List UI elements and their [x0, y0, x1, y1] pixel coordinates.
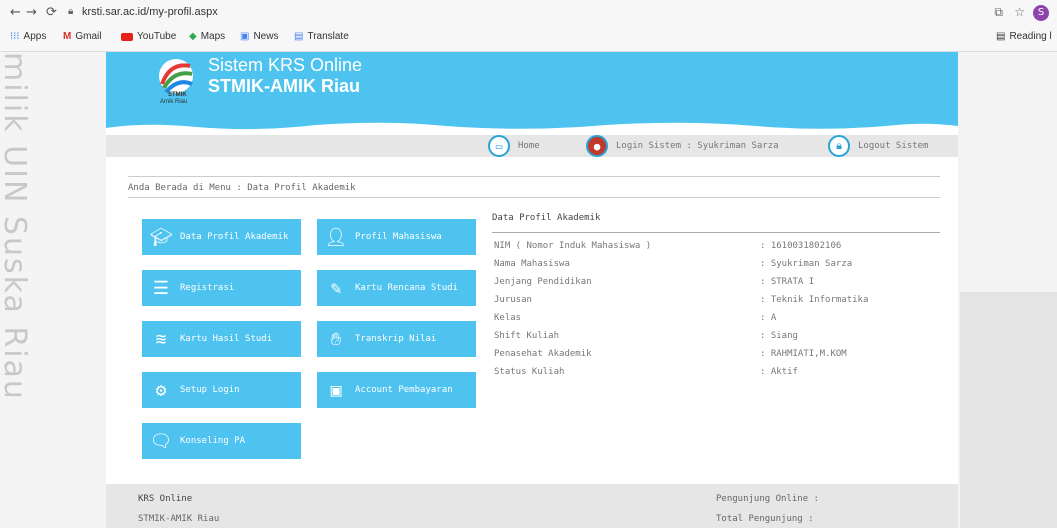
lock-icon: 🔒︎	[828, 135, 850, 157]
books-stack-icon: ≋	[155, 328, 167, 350]
lock-icon: 🔒︎	[68, 6, 74, 17]
divider	[128, 197, 940, 198]
menu-data-profil-akademik[interactable]: 🎓︎ Data Profil Akademik	[142, 219, 301, 255]
bookmark-translate[interactable]: ▤ Translate	[294, 31, 349, 42]
banner-wave	[106, 122, 958, 134]
user-edit-icon: 👤︎	[324, 226, 348, 248]
menu-setup-login[interactable]: ⚙ Setup Login	[142, 372, 301, 408]
news-icon: ▣	[240, 31, 250, 42]
logo-text-stmik: STMIK	[168, 92, 187, 98]
gmail-icon: M	[63, 31, 72, 42]
page-area: milik UIN Suska Riau STMIK Amik Riau Sis…	[0, 52, 1057, 528]
briefcase-icon: ▣	[330, 379, 342, 401]
header-banner: STMIK Amik Riau Sistem KRS Online STMIK-…	[106, 52, 958, 134]
logo-text-amik: Amik Riau	[160, 99, 188, 105]
breadcrumb: Anda Berada di Menu : Data Profil Akadem…	[128, 183, 356, 193]
translate-ext-icon[interactable]: ⧉	[994, 5, 1003, 20]
bookmark-gmail[interactable]: M Gmail	[63, 31, 101, 42]
bookmark-maps[interactable]: ◆ Maps	[189, 31, 225, 42]
youtube-icon	[121, 32, 133, 41]
apps-grid-icon: ⁝⁝⁝	[10, 31, 20, 42]
registration-form-icon: ☰	[152, 277, 170, 299]
user-photo-avatar: ●	[586, 135, 608, 157]
monitor-icon: ▭	[488, 135, 510, 157]
divider	[492, 232, 940, 233]
star-icon[interactable]: ☆	[1014, 5, 1025, 19]
translate-icon: ▤	[294, 31, 304, 42]
bookmark-youtube[interactable]: YouTube	[121, 31, 176, 42]
home-link[interactable]: ▭ Home	[488, 135, 540, 157]
menu-konseling-pa[interactable]: 🗨︎ Konseling PA	[142, 423, 301, 459]
bg-watermark-shape-right	[960, 292, 1057, 528]
divider	[128, 176, 940, 177]
graduate-icon: 🎓︎	[149, 226, 173, 248]
forward-icon[interactable]: →	[26, 5, 37, 20]
reading-list[interactable]: ▤ Reading l	[996, 31, 1052, 42]
chat-icon: 🗨︎	[149, 430, 173, 452]
browser-chrome: ← → ⟳ 🔒︎ krsti.sar.ac.id/my-profil.aspx …	[0, 0, 1057, 52]
footer-site-name: KRS Online	[138, 494, 193, 504]
top-nav-bar: ▭ Home ● Login Sistem : Syukriman Sarza …	[106, 135, 958, 157]
menu-account-pembayaran[interactable]: ▣ Account Pembayaran	[317, 372, 476, 408]
menu-transkrip-nilai[interactable]: ✋︎ Transkrip Nilai	[317, 321, 476, 357]
menu-kartu-rencana-studi[interactable]: ✎ Kartu Rencana Studi	[317, 270, 476, 306]
address-row: ← → ⟳ 🔒︎ krsti.sar.ac.id/my-profil.aspx …	[0, 0, 1057, 26]
bookmark-apps[interactable]: ⁝⁝⁝ Apps	[10, 31, 46, 42]
profile-avatar[interactable]: S	[1033, 5, 1049, 21]
vertical-watermark: milik UIN Suska Riau	[0, 52, 32, 401]
site-title: Sistem KRS Online	[208, 55, 363, 75]
logout-link[interactable]: 🔒︎ Logout Sistem	[828, 135, 928, 157]
site-subtitle: STMIK-AMIK Riau	[208, 76, 360, 96]
bookmarks-bar: ⁝⁝⁝ Apps M Gmail YouTube ◆ Maps ▣ News ▤ Tran…	[0, 27, 1057, 49]
reading-list-icon: ▤	[996, 31, 1006, 42]
profile-panel-title: Data Profil Akademik	[492, 213, 601, 223]
site-container: STMIK Amik Riau Sistem KRS Online STMIK-…	[106, 52, 958, 528]
footer-total-visitors: Total Pengunjung :	[716, 514, 814, 524]
login-status: ● Login Sistem : Syukriman Sarza	[586, 135, 779, 157]
gear-icon: ⚙	[155, 379, 167, 401]
footer-institution: STMIK-AMIK Riau	[138, 514, 220, 524]
footer-online-visitors: Pengunjung Online :	[716, 494, 819, 504]
site-footer: KRS Online STMIK-AMIK Riau Pengunjung On…	[106, 484, 958, 528]
menu-kartu-hasil-studi[interactable]: ≋ Kartu Hasil Studi	[142, 321, 301, 357]
address-bar[interactable]: krsti.sar.ac.id/my-profil.aspx	[82, 6, 218, 18]
reload-icon[interactable]: ⟳	[46, 5, 57, 20]
menu-registrasi[interactable]: ☰ Registrasi	[142, 270, 301, 306]
pen-sign-icon: ✎	[330, 277, 342, 299]
handshake-icon: ✋︎	[330, 328, 342, 350]
maps-icon: ◆	[189, 31, 197, 42]
bookmark-news[interactable]: ▣ News	[240, 31, 278, 42]
back-icon[interactable]: ←	[10, 5, 21, 20]
menu-profil-mahasiswa[interactable]: 👤︎ Profil Mahasiswa	[317, 219, 476, 255]
